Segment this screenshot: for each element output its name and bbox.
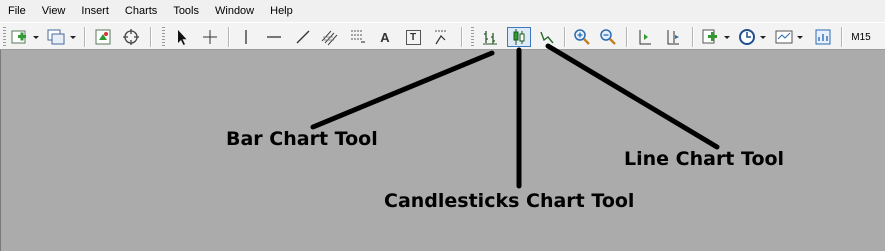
line-chart-annotation: Line Chart Tool — [624, 148, 785, 170]
annotation-arrows — [310, 43, 720, 189]
bar-chart-annotation: Bar Chart Tool — [226, 128, 378, 150]
bar-chart-pointer — [310, 50, 495, 130]
line-chart-pointer — [545, 43, 720, 150]
candlesticks-chart-annotation: Candlesticks Chart Tool — [384, 190, 635, 212]
